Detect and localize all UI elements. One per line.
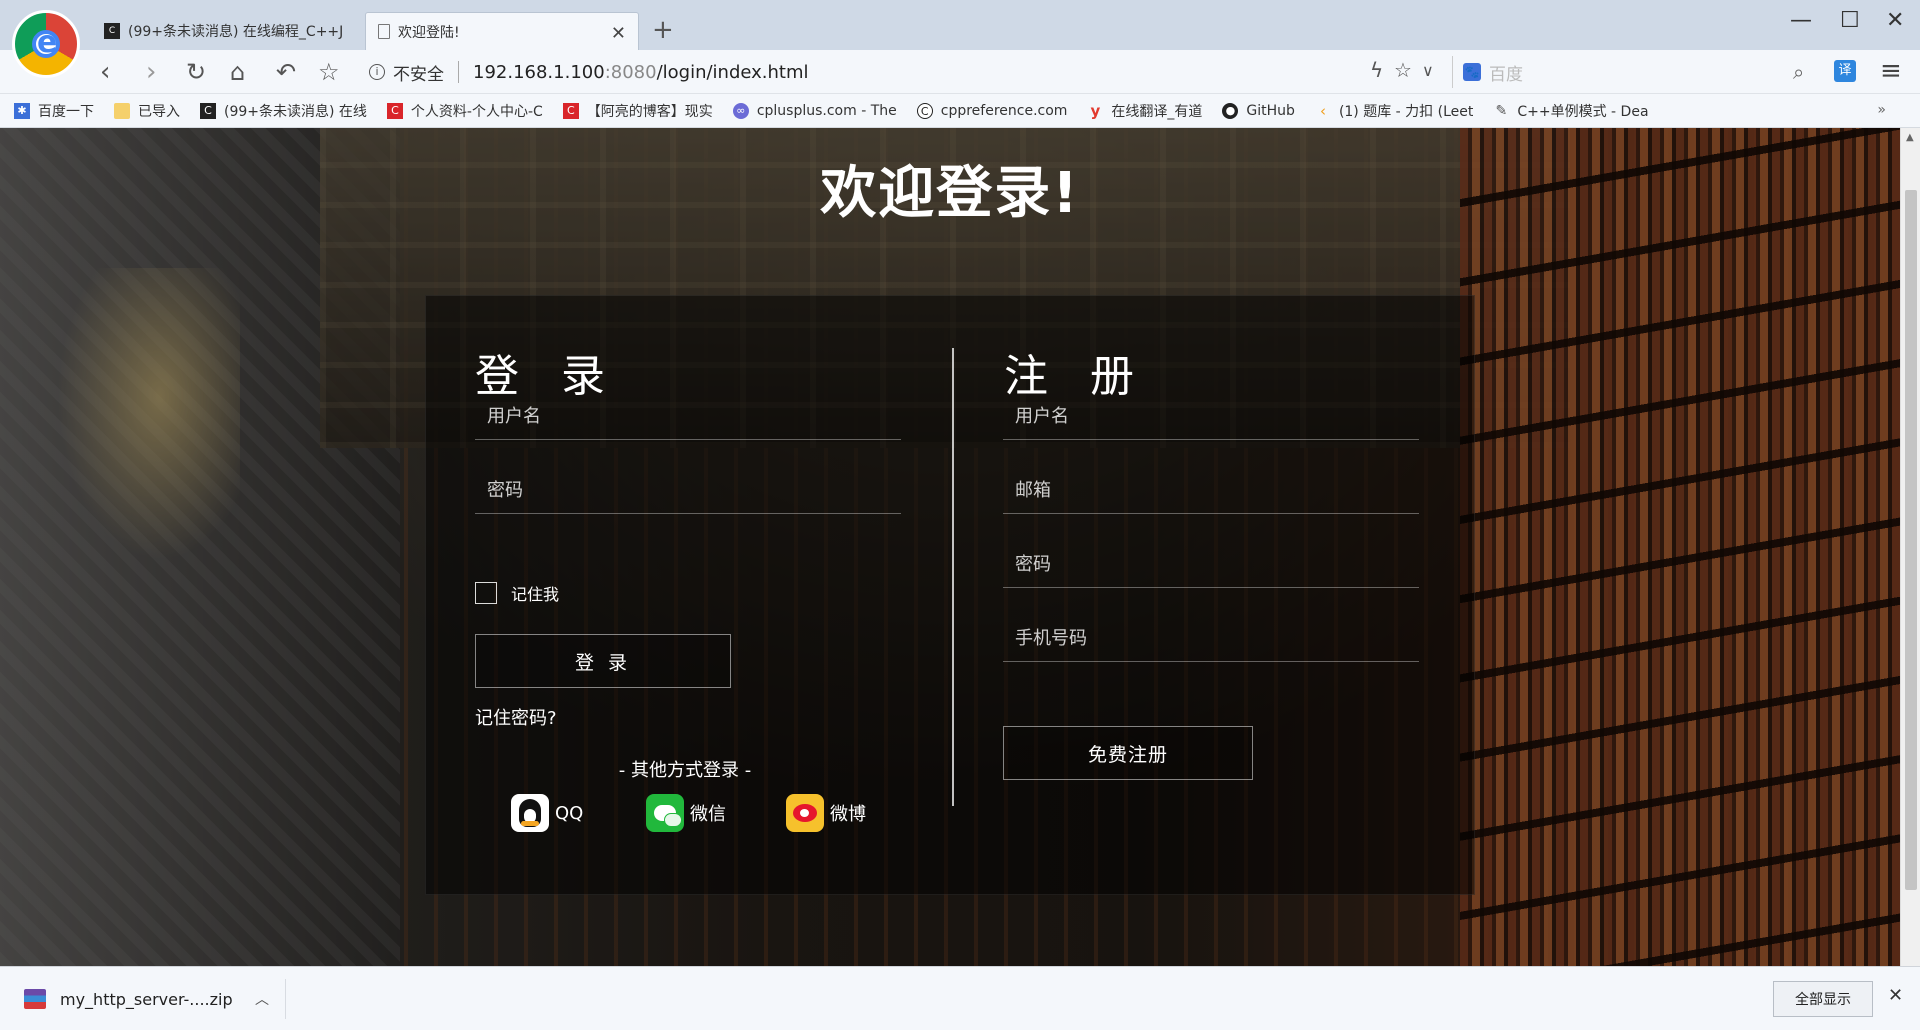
address-bar[interactable]: i 不安全 192.168.1.100:8080/login/index.htm…: [355, 54, 1450, 90]
chevron-up-icon[interactable]: ︿: [255, 989, 269, 1009]
undo-close-button[interactable]: ↶: [276, 58, 296, 86]
tab-label: 欢迎登陆!: [398, 24, 460, 41]
bookmark-item[interactable]: ✎ C++单例模式 - Dea: [1493, 101, 1648, 121]
folder-icon: [114, 102, 130, 119]
close-window-button[interactable]: ✕: [1886, 8, 1904, 33]
csdn-icon: C: [104, 23, 120, 39]
vertical-scrollbar[interactable]: ▲: [1900, 128, 1920, 966]
register-button[interactable]: 免费注册: [1003, 726, 1253, 780]
baidu-icon: ✱: [14, 102, 30, 119]
show-all-downloads-button[interactable]: 全部显示: [1773, 981, 1873, 1017]
search-input[interactable]: 百度: [1489, 60, 1523, 85]
bookmark-item[interactable]: ‹ (1) 题库 - 力扣 (Leet: [1315, 101, 1473, 121]
zip-file-icon: [24, 989, 46, 1009]
bookmark-item[interactable]: y 在线翻译_有道: [1087, 101, 1203, 121]
tab-login[interactable]: 欢迎登陆! ✕: [365, 12, 639, 50]
bookmark-item[interactable]: ● GitHub: [1222, 102, 1295, 119]
cppreference-icon: C: [916, 102, 933, 119]
login-password-field[interactable]: [475, 468, 901, 514]
security-label[interactable]: 不安全: [393, 60, 444, 85]
bookmark-item[interactable]: ∞ cplusplus.com - The: [732, 102, 897, 119]
csdn-icon: C: [200, 102, 216, 119]
bookmark-item[interactable]: C 【阿亮的博客】现实: [562, 101, 713, 121]
bookmark-item[interactable]: C 个人资料-个人中心-C: [386, 101, 543, 121]
url-text[interactable]: 192.168.1.100:8080/login/index.html: [473, 62, 809, 83]
weibo-label: 微博: [830, 804, 866, 825]
remember-me[interactable]: 记住我: [475, 581, 559, 605]
chevron-down-icon[interactable]: ∨: [1422, 61, 1434, 80]
close-tab-icon[interactable]: ✕: [611, 23, 626, 44]
back-button[interactable]: ‹: [100, 58, 110, 86]
leetcode-icon: ‹: [1319, 101, 1326, 120]
home-button[interactable]: ⌂: [230, 58, 245, 86]
panel-divider: [952, 348, 954, 806]
info-icon[interactable]: i: [369, 64, 385, 80]
more-bookmarks-icon[interactable]: »: [1877, 102, 1886, 118]
register-password-input[interactable]: [1003, 542, 1419, 587]
maximize-button[interactable]: ☐: [1840, 8, 1860, 33]
register-email-input[interactable]: [1003, 468, 1419, 513]
address-toolbar: ‹ › ↻ ⌂ ↶ ☆ i 不安全 192.168.1.100:8080/log…: [0, 50, 1920, 94]
minimize-button[interactable]: —: [1790, 8, 1812, 33]
download-bar: my_http_server-....zip ︿ 全部显示 ✕: [0, 966, 1920, 1030]
register-email-field[interactable]: [1003, 468, 1419, 514]
reload-button[interactable]: ↻: [186, 58, 206, 86]
bookmark-item[interactable]: Ccppreference.com: [916, 102, 1067, 119]
close-download-bar-icon[interactable]: ✕: [1888, 985, 1903, 1006]
page-title: 欢迎登录!: [820, 161, 1080, 226]
register-username-input[interactable]: [1003, 394, 1419, 439]
qq-icon: [511, 794, 549, 832]
bookmark-item[interactable]: C (99+条未读消息) 在线: [200, 101, 367, 121]
cplusplus-icon: ∞: [732, 102, 749, 119]
remember-label: 记住我: [511, 585, 560, 604]
login-button[interactable]: 登 录: [475, 634, 731, 688]
remember-checkbox[interactable]: [475, 582, 497, 604]
bookmark-item[interactable]: ✱ 百度一下: [14, 101, 94, 121]
login-password-input[interactable]: [475, 468, 901, 513]
youdao-icon: y: [1090, 101, 1101, 120]
page-icon: [378, 24, 390, 39]
register-password-field[interactable]: [1003, 542, 1419, 588]
weibo-icon: [786, 794, 824, 832]
scroll-up-icon[interactable]: ▲: [1906, 132, 1914, 143]
login-register-panel: 登 录 记住我 登 录 记住密码? - 其他方式登录 - QQ 微信 微博 注 …: [425, 295, 1475, 895]
register-phone-field[interactable]: [1003, 616, 1419, 662]
forward-button[interactable]: ›: [146, 58, 156, 86]
weibo-login-button[interactable]: 微博: [786, 794, 866, 832]
wechat-label: 微信: [690, 804, 726, 825]
tab-strip: e C (99+条未读消息) 在线编程_C++J 欢迎登陆! ✕ + — ☐ ✕: [0, 0, 1920, 78]
search-box[interactable]: 🐾 百度: [1452, 56, 1792, 88]
register-phone-input[interactable]: [1003, 616, 1419, 661]
bookmarks-bar: ✱ 百度一下 已导入 C (99+条未读消息) 在线 C 个人资料-个人中心-C C 【…: [0, 94, 1920, 128]
wechat-icon: [646, 794, 684, 832]
wechat-login-button[interactable]: 微信: [646, 794, 726, 832]
lightning-icon[interactable]: ϟ: [1370, 58, 1383, 82]
scrollbar-thumb[interactable]: [1905, 190, 1917, 890]
menu-icon[interactable]: ≡: [1880, 56, 1902, 86]
qq-login-button[interactable]: QQ: [511, 794, 583, 832]
browser-logo-icon[interactable]: e: [12, 10, 80, 78]
csdn-c-icon: C: [386, 102, 403, 119]
csdn-c-icon: C: [562, 102, 579, 119]
page-viewport: 欢迎登录! 登 录 记住我 登 录 记住密码? - 其他方式登录 - QQ 微信…: [0, 128, 1900, 966]
bookmark-star-icon[interactable]: ☆: [1394, 58, 1412, 82]
baidu-icon: 🐾: [1463, 63, 1481, 81]
tab-csdn[interactable]: C (99+条未读消息) 在线编程_C++J: [92, 12, 362, 50]
login-username-input[interactable]: [475, 394, 901, 439]
new-tab-button[interactable]: +: [652, 15, 674, 45]
other-login-label: - 其他方式登录 -: [618, 760, 752, 781]
qq-label: QQ: [555, 802, 584, 824]
tab-label: (99+条未读消息) 在线编程_C++J: [128, 24, 344, 40]
login-username-field[interactable]: [475, 394, 901, 440]
forgot-password-link[interactable]: 记住密码?: [475, 704, 557, 730]
download-file-name[interactable]: my_http_server-....zip: [60, 990, 255, 1009]
bookmark-folder[interactable]: 已导入: [114, 101, 180, 121]
github-icon: ●: [1222, 102, 1239, 119]
download-item[interactable]: my_http_server-....zip ︿: [24, 979, 286, 1019]
search-icon[interactable]: ⌕: [1793, 60, 1804, 84]
favorite-star-icon[interactable]: ☆: [318, 58, 340, 86]
translate-icon[interactable]: 译: [1834, 60, 1856, 82]
register-username-field[interactable]: [1003, 394, 1419, 440]
bookmark-generic-icon: ✎: [1495, 102, 1508, 119]
